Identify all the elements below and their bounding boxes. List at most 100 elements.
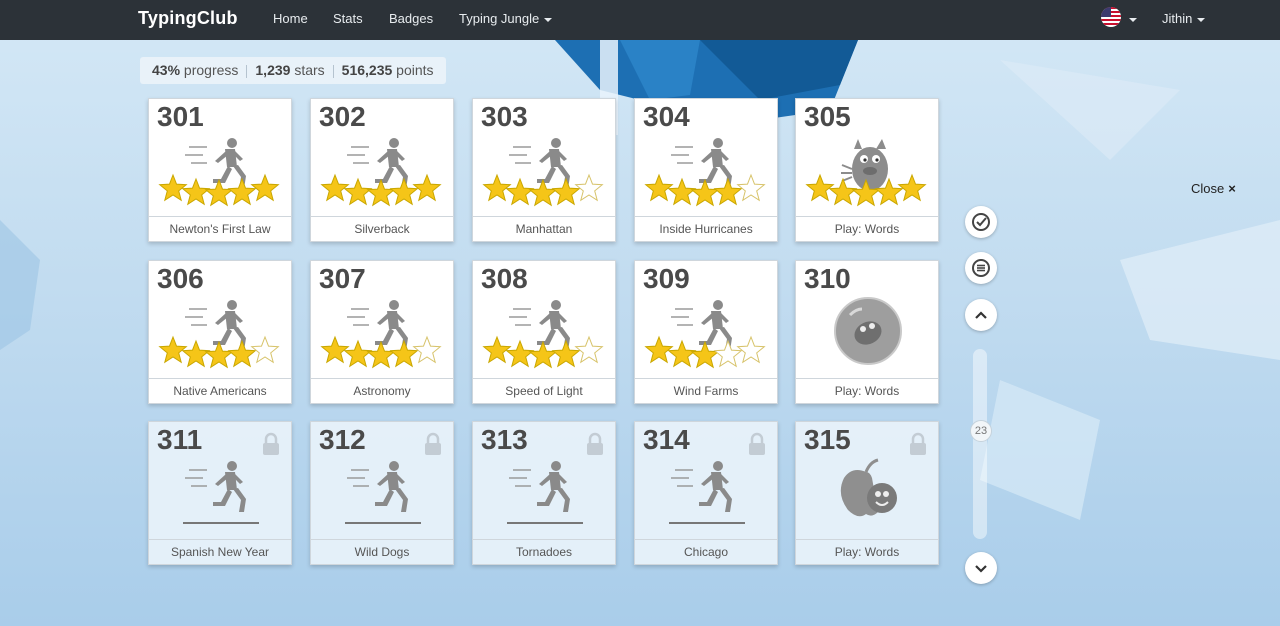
ground-line — [183, 522, 259, 524]
lesson-card[interactable]: 303 Manhattan — [472, 98, 616, 242]
menu-button[interactable] — [965, 252, 997, 284]
brand-logo[interactable]: TypingClub — [138, 8, 238, 29]
star-rating — [157, 335, 285, 371]
progress-summary: 43% progress 1,239 stars 516,235 points — [140, 57, 446, 84]
lesson-number: 310 — [804, 263, 851, 294]
lesson-card[interactable]: 313 Tornadoes — [472, 421, 616, 565]
nav-badges[interactable]: Badges — [389, 11, 433, 26]
lock-icon — [747, 432, 767, 456]
star-rating — [319, 335, 447, 371]
lesson-card[interactable]: 311 Spanish New Year — [148, 421, 292, 565]
lesson-title: Astronomy — [311, 378, 453, 403]
lesson-title: Manhattan — [473, 216, 615, 241]
chevron-down-icon — [544, 17, 553, 22]
lesson-number: 314 — [643, 424, 690, 455]
runner-icon — [671, 458, 743, 520]
lesson-title: Inside Hurricanes — [635, 216, 777, 241]
chevron-down-icon — [1129, 17, 1137, 22]
lesson-number: 309 — [643, 263, 690, 294]
lock-icon — [585, 432, 605, 456]
lesson-number: 308 — [481, 263, 528, 294]
progress-value: 43% — [152, 62, 181, 78]
nav-stats[interactable]: Stats — [333, 11, 363, 26]
lock-icon — [908, 432, 928, 456]
lesson-card[interactable]: 307 Astronomy — [310, 260, 454, 404]
lesson-number: 313 — [481, 424, 528, 455]
lesson-card[interactable]: 309 Wind Farms — [634, 260, 778, 404]
lesson-title: Native Americans — [149, 378, 291, 403]
runner-icon — [347, 458, 419, 520]
lesson-title: Play: Words — [796, 378, 938, 403]
points-value: 516,235 — [341, 62, 393, 78]
lesson-card[interactable]: 305 Play: Words — [795, 98, 939, 242]
us-flag-icon[interactable] — [1101, 7, 1121, 27]
lesson-card[interactable]: 302 Silverback — [310, 98, 454, 242]
lesson-card[interactable]: 310 Play: Words — [795, 260, 939, 404]
close-button[interactable]: Close × — [1191, 181, 1236, 196]
divider — [332, 64, 334, 78]
bubble-creature-icon — [832, 295, 904, 367]
scroll-down-button[interactable] — [965, 552, 997, 584]
nav-home[interactable]: Home — [273, 11, 308, 26]
ground-line — [507, 522, 583, 524]
lesson-number: 306 — [157, 263, 204, 294]
lesson-title: Newton's First Law — [149, 216, 291, 241]
star-rating — [481, 335, 609, 371]
check-circle-icon — [972, 213, 990, 231]
lock-icon — [423, 432, 443, 456]
lesson-title: Silverback — [311, 216, 453, 241]
lesson-title: Wild Dogs — [311, 539, 453, 564]
lock-icon — [261, 432, 281, 456]
chevron-down-icon — [1197, 17, 1206, 22]
chevron-up-icon — [975, 311, 987, 319]
ground-line — [669, 522, 745, 524]
runner-icon — [185, 458, 257, 520]
lesson-number: 311 — [157, 424, 203, 455]
lesson-card[interactable]: 315 Play: Words — [795, 421, 939, 565]
lesson-card[interactable]: 314 Chicago — [634, 421, 778, 565]
lesson-number: 301 — [157, 101, 204, 132]
ground-line — [345, 522, 421, 524]
lesson-title: Play: Words — [796, 216, 938, 241]
lesson-number: 315 — [804, 424, 851, 455]
lesson-number: 312 — [319, 424, 366, 455]
lesson-number: 302 — [319, 101, 366, 132]
runner-icon — [509, 458, 581, 520]
stars-label: stars — [294, 62, 325, 78]
lesson-title: Tornadoes — [473, 539, 615, 564]
lesson-title: Wind Farms — [635, 378, 777, 403]
star-rating — [643, 173, 771, 209]
scroll-track[interactable] — [973, 349, 987, 539]
points-label: points — [396, 62, 434, 78]
apple-creature-icon — [832, 458, 904, 520]
close-label: Close — [1191, 181, 1225, 196]
check-button[interactable] — [965, 206, 997, 238]
stars-value: 1,239 — [255, 62, 291, 78]
lesson-card[interactable]: 304 Inside Hurricanes — [634, 98, 778, 242]
lesson-number: 304 — [643, 101, 690, 132]
language-dropdown[interactable] — [1124, 11, 1137, 26]
lesson-card[interactable]: 306 Native Americans — [148, 260, 292, 404]
nav-typing-jungle[interactable]: Typing Jungle — [459, 11, 553, 26]
lesson-card[interactable]: 301 Newton's First Law — [148, 98, 292, 242]
user-name: Jithin — [1162, 11, 1193, 26]
nav-typing-jungle-label: Typing Jungle — [459, 11, 540, 26]
close-icon: × — [1228, 181, 1236, 196]
chevron-down-icon — [975, 565, 987, 573]
divider — [246, 64, 248, 78]
scroll-thumb[interactable]: 23 — [970, 420, 992, 442]
star-rating — [157, 173, 285, 209]
lesson-number: 307 — [319, 263, 366, 294]
user-menu[interactable]: Jithin — [1162, 11, 1206, 26]
star-rating — [481, 173, 609, 209]
star-rating — [319, 173, 447, 209]
lesson-card[interactable]: 308 Speed of Light — [472, 260, 616, 404]
star-rating — [643, 335, 771, 371]
star-rating — [804, 173, 932, 209]
lesson-title: Spanish New Year — [149, 539, 291, 564]
menu-icon — [972, 259, 990, 277]
lesson-card[interactable]: 312 Wild Dogs — [310, 421, 454, 565]
lesson-title: Play: Words — [796, 539, 938, 564]
progress-label: progress — [183, 62, 239, 78]
scroll-up-button[interactable] — [965, 299, 997, 331]
